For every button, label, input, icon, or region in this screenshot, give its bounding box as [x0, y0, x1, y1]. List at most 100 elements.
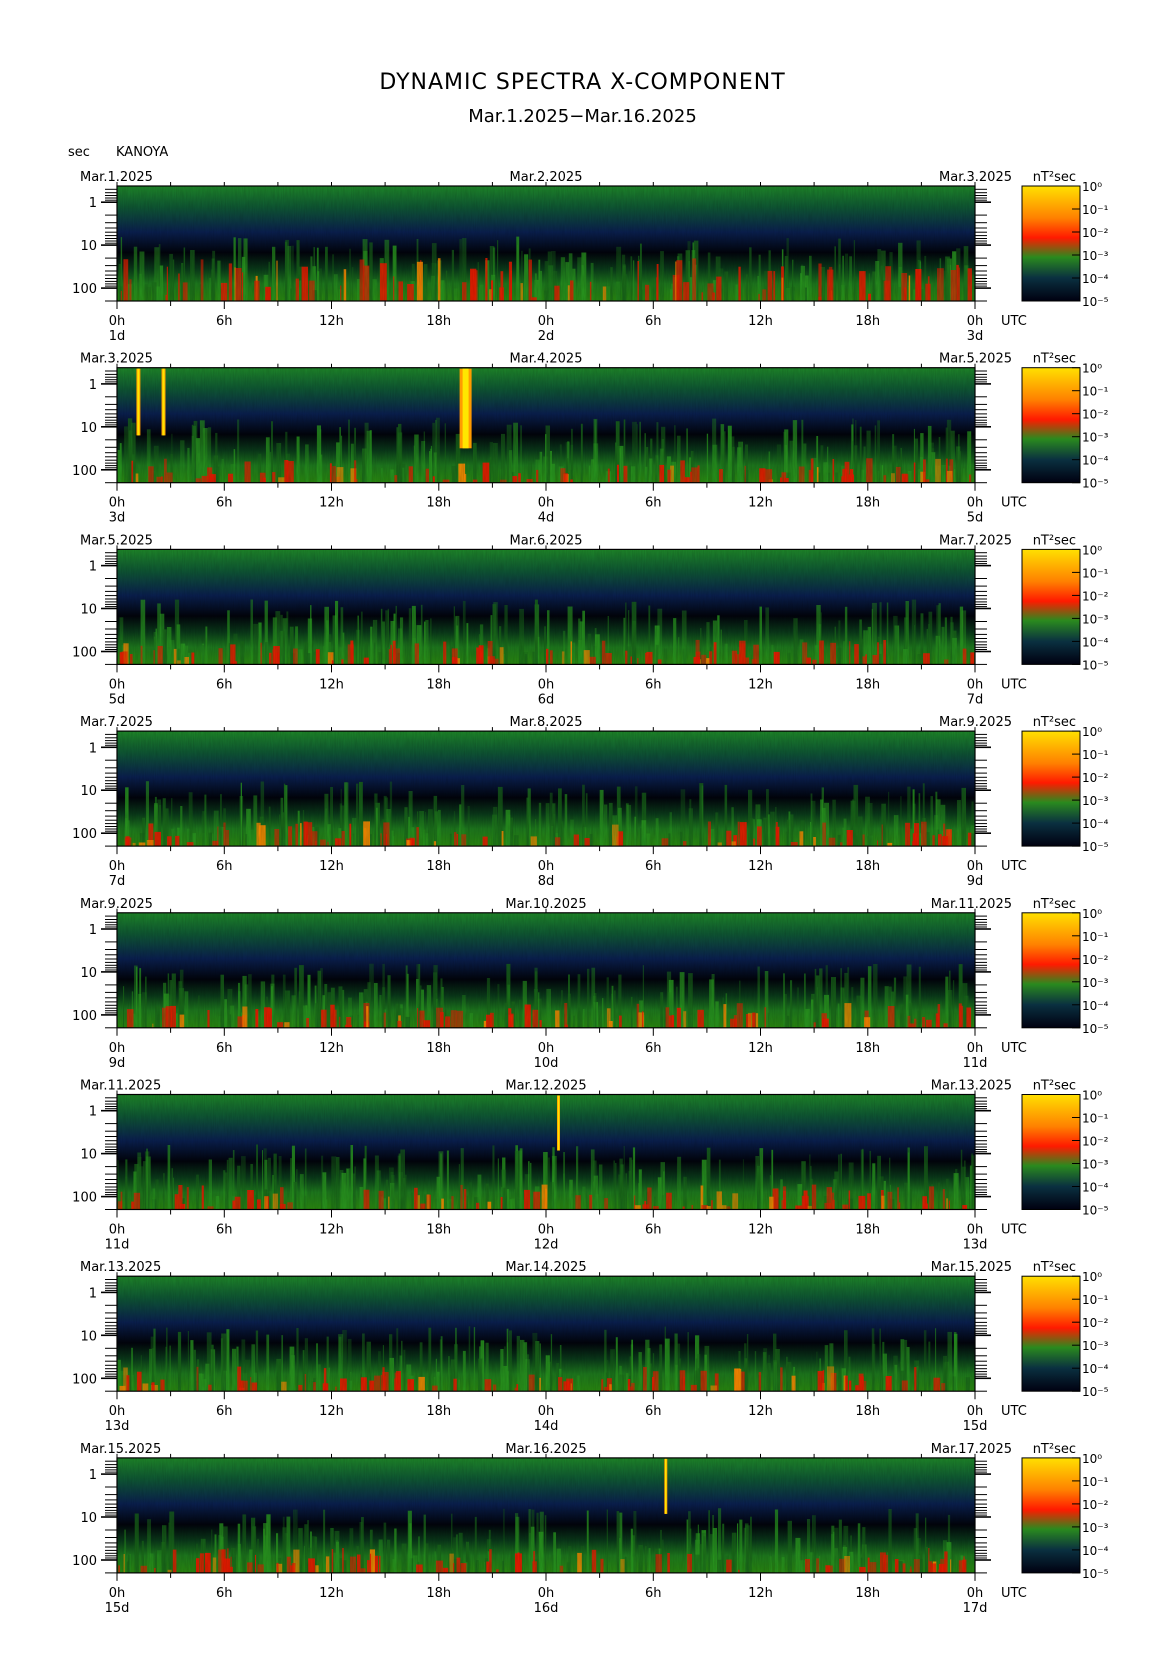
colorbar-tick-label: 10⁻² — [1082, 1498, 1109, 1512]
x-tick-label: 6h — [216, 1041, 233, 1056]
x-tick-label: 18h — [855, 496, 880, 511]
x-tick-label: 0h — [109, 677, 126, 692]
x-tick-label: 6h — [645, 859, 662, 874]
colorbar-unit-label: nT²sec — [1033, 533, 1076, 548]
colorbar-tick-label: 10⁻³ — [1082, 794, 1109, 808]
day-label: 12d — [534, 1238, 559, 1253]
day-label: 10d — [534, 1056, 559, 1071]
day-label: 3d — [967, 329, 984, 344]
colorbar-tick-label: 10⁻² — [1082, 408, 1109, 422]
colorbar-unit-label: nT²sec — [1033, 1442, 1076, 1457]
colorbar-tick-label: 10⁻³ — [1082, 1521, 1109, 1535]
spectrum-panel: Mar.15.2025 Mar.16.2025 Mar.17.20251101000… — [72, 1442, 1108, 1616]
colorbar-tick-label: 10⁻³ — [1082, 1158, 1109, 1172]
day-label: 3d — [109, 511, 126, 526]
colorbar-tick-label: 10⁻⁴ — [1082, 999, 1109, 1013]
y-tick-label: 10 — [80, 966, 97, 981]
x-tick-label: 0h — [109, 314, 126, 329]
panel-start-date-label: Mar.3.2025 — [80, 352, 153, 367]
colorbar-tick-label: 10⁻¹ — [1082, 1293, 1109, 1307]
colorbar — [1021, 730, 1081, 847]
colorbar-tick-label: 10⁰ — [1082, 1452, 1102, 1466]
colorbar-tick-label: 10⁻¹ — [1082, 930, 1109, 944]
colorbar — [1021, 548, 1081, 665]
panel-start-date-label: Mar.13.2025 — [80, 1260, 161, 1275]
y-tick-label: 1 — [89, 378, 97, 393]
colorbar-tick-label: 10⁰ — [1082, 907, 1102, 921]
spectrum-texture — [117, 186, 975, 301]
x-tick-label: 0h — [538, 1223, 555, 1238]
colorbar-tick-label: 10⁻⁴ — [1082, 1544, 1109, 1558]
x-tick-label: 12h — [319, 314, 344, 329]
x-unit-label: UTC — [1001, 1041, 1027, 1056]
colorbar — [1021, 185, 1081, 302]
x-unit-label: UTC — [1001, 677, 1027, 692]
x-tick-label: 18h — [855, 1041, 880, 1056]
x-tick-label: 6h — [645, 677, 662, 692]
y-tick-label: 1 — [89, 196, 97, 211]
x-tick-label: 18h — [855, 1223, 880, 1238]
x-tick-label: 18h — [426, 1404, 451, 1419]
y-tick-label: 10 — [80, 784, 97, 799]
x-tick-label: 0h — [967, 1223, 984, 1238]
x-tick-label: 18h — [426, 1041, 451, 1056]
panel-end-date-label: Mar.11.2025 — [931, 897, 1012, 912]
day-label: 2d — [538, 329, 555, 344]
colorbar-unit-label: nT²sec — [1033, 1260, 1076, 1275]
x-tick-label: 12h — [319, 677, 344, 692]
colorbar — [1021, 912, 1081, 1029]
colorbar-tick-label: 10⁻³ — [1082, 249, 1109, 263]
day-label: 9d — [109, 1056, 126, 1071]
day-label: 13d — [963, 1238, 988, 1253]
day-label: 9d — [967, 874, 984, 889]
x-tick-label: 6h — [645, 1586, 662, 1601]
x-tick-label: 12h — [748, 314, 773, 329]
spectrum-event-spike — [137, 368, 140, 436]
x-tick-label: 6h — [216, 859, 233, 874]
spectrum-texture — [117, 549, 975, 665]
panel-end-date-label: Mar.17.2025 — [931, 1442, 1012, 1457]
y-tick-label: 100 — [72, 1554, 97, 1569]
colorbar-tick-label: 10⁻⁴ — [1082, 454, 1109, 468]
colorbar-tick-label: 10⁻¹ — [1082, 1112, 1109, 1126]
colorbar-unit-label: nT²sec — [1033, 352, 1076, 367]
x-tick-label: 18h — [426, 314, 451, 329]
colorbar — [1021, 1457, 1081, 1574]
x-tick-label: 6h — [216, 677, 233, 692]
x-tick-label: 6h — [645, 314, 662, 329]
x-unit-label: UTC — [1001, 1223, 1027, 1238]
colorbar-tick-label: 10⁻¹ — [1082, 203, 1109, 217]
x-tick-label: 6h — [216, 314, 233, 329]
colorbar-unit-label: nT²sec — [1033, 715, 1076, 730]
panel-end-date-label: Mar.3.2025 — [939, 170, 1012, 185]
x-tick-label: 0h — [967, 496, 984, 511]
x-tick-label: 0h — [538, 1404, 555, 1419]
colorbar-tick-label: 10⁻² — [1082, 1316, 1109, 1330]
y-tick-label: 10 — [80, 1329, 97, 1344]
spectrum-texture — [117, 1276, 975, 1392]
colorbar-tick-label: 10⁻⁵ — [1082, 658, 1109, 672]
colorbar-tick-label: 10⁻⁵ — [1082, 295, 1109, 309]
day-label: 14d — [534, 1419, 559, 1434]
x-unit-label: UTC — [1001, 1586, 1027, 1601]
colorbar-tick-label: 10⁻⁵ — [1082, 1385, 1109, 1399]
colorbar-unit-label: nT²sec — [1033, 897, 1076, 912]
spectrum-panel: Mar.13.2025 Mar.14.2025 Mar.15.20251101000… — [72, 1260, 1108, 1434]
day-label: 6d — [538, 692, 555, 707]
day-label: 15d — [105, 1601, 130, 1616]
day-label: 13d — [105, 1419, 130, 1434]
colorbar-tick-label: 10⁰ — [1082, 1270, 1102, 1284]
x-tick-label: 18h — [855, 1404, 880, 1419]
panel-end-date-label: Mar.9.2025 — [939, 715, 1012, 730]
day-label: 17d — [963, 1601, 988, 1616]
x-tick-label: 0h — [538, 1041, 555, 1056]
day-label: 7d — [967, 692, 984, 707]
y-tick-label: 1 — [89, 1105, 97, 1120]
y-tick-label: 10 — [80, 603, 97, 618]
x-tick-label: 0h — [109, 859, 126, 874]
panel-start-date-label: Mar.5.2025 — [80, 533, 153, 548]
colorbar-tick-label: 10⁻³ — [1082, 1339, 1109, 1353]
x-tick-label: 0h — [109, 496, 126, 511]
colorbar-tick-label: 10⁻⁴ — [1082, 635, 1109, 649]
y-tick-label: 10 — [80, 1148, 97, 1163]
